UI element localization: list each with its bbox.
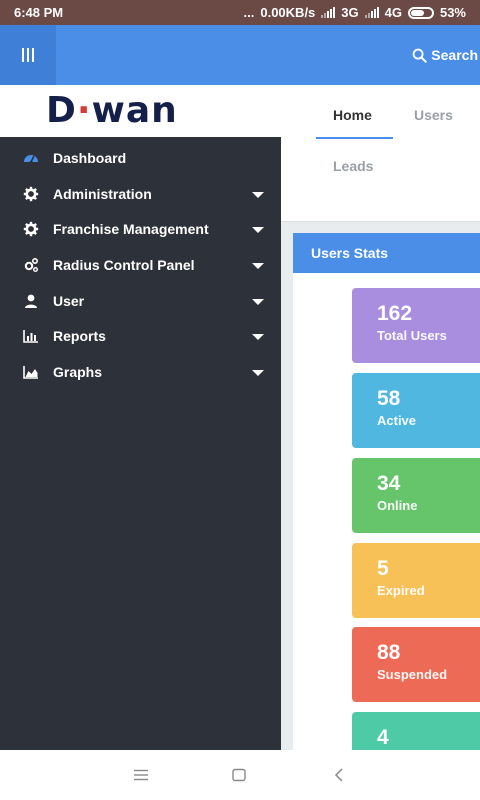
sidebar-item-label: User — [53, 293, 85, 309]
chevron-down-icon — [252, 227, 264, 233]
recent-apps-button[interactable] — [126, 750, 156, 800]
gear-icon — [22, 185, 40, 203]
stat-card-expired[interactable]: 5 Expired — [352, 543, 480, 618]
sidebar-item-franchise-management[interactable]: Franchise Management — [0, 212, 281, 246]
signal-icon — [364, 7, 379, 18]
tabs-card: Home Users Leads — [281, 85, 480, 222]
sidebar-item-label: Franchise Management — [53, 221, 209, 237]
stat-card-active[interactable]: 58 Active — [352, 373, 480, 448]
tab-users[interactable]: Users — [414, 107, 453, 123]
stat-value: 162 — [377, 302, 413, 325]
stat-value: 5 — [377, 557, 389, 580]
brand-logo[interactable]: D·wan — [46, 93, 178, 129]
chevron-down-icon — [252, 370, 264, 376]
main-content: Home Users Leads Users Stats 162 Total U… — [281, 85, 480, 787]
stat-value: 4 — [377, 726, 389, 749]
search-label: Search — [431, 47, 478, 63]
stat-value: 58 — [377, 387, 401, 410]
back-icon — [334, 768, 343, 782]
square-icon — [232, 768, 246, 782]
search-icon — [412, 48, 427, 63]
sidebar-item-reports[interactable]: Reports — [0, 319, 281, 353]
signal-icon — [321, 7, 336, 18]
menu-icon — [22, 48, 24, 62]
active-tab-indicator — [316, 137, 393, 139]
home-button[interactable] — [224, 750, 254, 800]
network-type-2: 4G — [384, 5, 402, 20]
sidebar-item-dashboard[interactable]: Dashboard — [0, 141, 281, 175]
notification-dots: ... — [243, 5, 255, 20]
sidebar-item-label: Reports — [53, 328, 106, 344]
stat-card-online[interactable]: 34 Online — [352, 458, 480, 533]
sidebar-item-user[interactable]: User — [0, 284, 281, 318]
sidebar-item-label: Dashboard — [53, 150, 127, 166]
chevron-down-icon — [252, 263, 264, 269]
user-icon — [22, 292, 40, 310]
bar-chart-icon — [22, 327, 40, 345]
stat-value: 34 — [377, 472, 401, 495]
stat-label: Suspended — [377, 667, 448, 682]
stat-label: Active — [377, 413, 417, 428]
logo-area: D·wan — [0, 85, 281, 137]
chevron-down-icon — [252, 334, 264, 340]
sidebar-item-administration[interactable]: Administration — [0, 177, 281, 211]
stat-card-total-users[interactable]: 162 Total Users — [352, 288, 480, 363]
sidebar-item-graphs[interactable]: Graphs — [0, 355, 281, 389]
battery-level: 53% — [439, 5, 466, 20]
gear-icon — [22, 220, 40, 238]
chevron-down-icon — [252, 299, 264, 305]
battery-icon — [407, 6, 434, 19]
network-type-1: 3G — [341, 5, 359, 20]
stat-label: Total Users — [377, 328, 447, 343]
area-chart-icon — [22, 363, 40, 381]
tab-home[interactable]: Home — [333, 107, 372, 123]
sidebar: Dashboard Administration Franchise Manag… — [0, 137, 281, 750]
menu-toggle-button[interactable] — [0, 25, 56, 85]
network-speed: 0.00KB/s — [260, 5, 316, 20]
gears-icon — [22, 256, 40, 274]
stat-card-suspended[interactable]: 88 Suspended — [352, 627, 480, 702]
sidebar-item-label: Graphs — [53, 364, 103, 380]
top-app-bar: Search — [0, 25, 480, 85]
tab-leads[interactable]: Leads — [333, 158, 373, 174]
sidebar-item-label: Administration — [53, 186, 152, 202]
stat-label: Online — [377, 498, 418, 513]
sidebar-item-label: Radius Control Panel — [53, 257, 195, 273]
status-bar: 6:48 PM ... 0.00KB/s 3G 4G 53% — [0, 0, 480, 25]
chevron-down-icon — [252, 192, 264, 198]
stat-value: 88 — [377, 641, 401, 664]
sidebar-item-radius-control-panel[interactable]: Radius Control Panel — [0, 248, 281, 282]
dashboard-icon — [22, 149, 40, 167]
stat-label: Expired — [377, 583, 425, 598]
status-indicators: ... 0.00KB/s 3G 4G 53% — [244, 5, 466, 20]
system-navigation-bar — [0, 750, 480, 800]
back-button[interactable] — [325, 750, 355, 800]
users-stats-header: Users Stats — [293, 233, 480, 273]
hamburger-icon — [134, 769, 148, 781]
status-time: 6:48 PM — [14, 5, 64, 20]
users-stats-panel: 162 Total Users 58 Active 34 Online 5 Ex… — [293, 273, 480, 787]
search-button[interactable]: Search — [412, 25, 478, 85]
